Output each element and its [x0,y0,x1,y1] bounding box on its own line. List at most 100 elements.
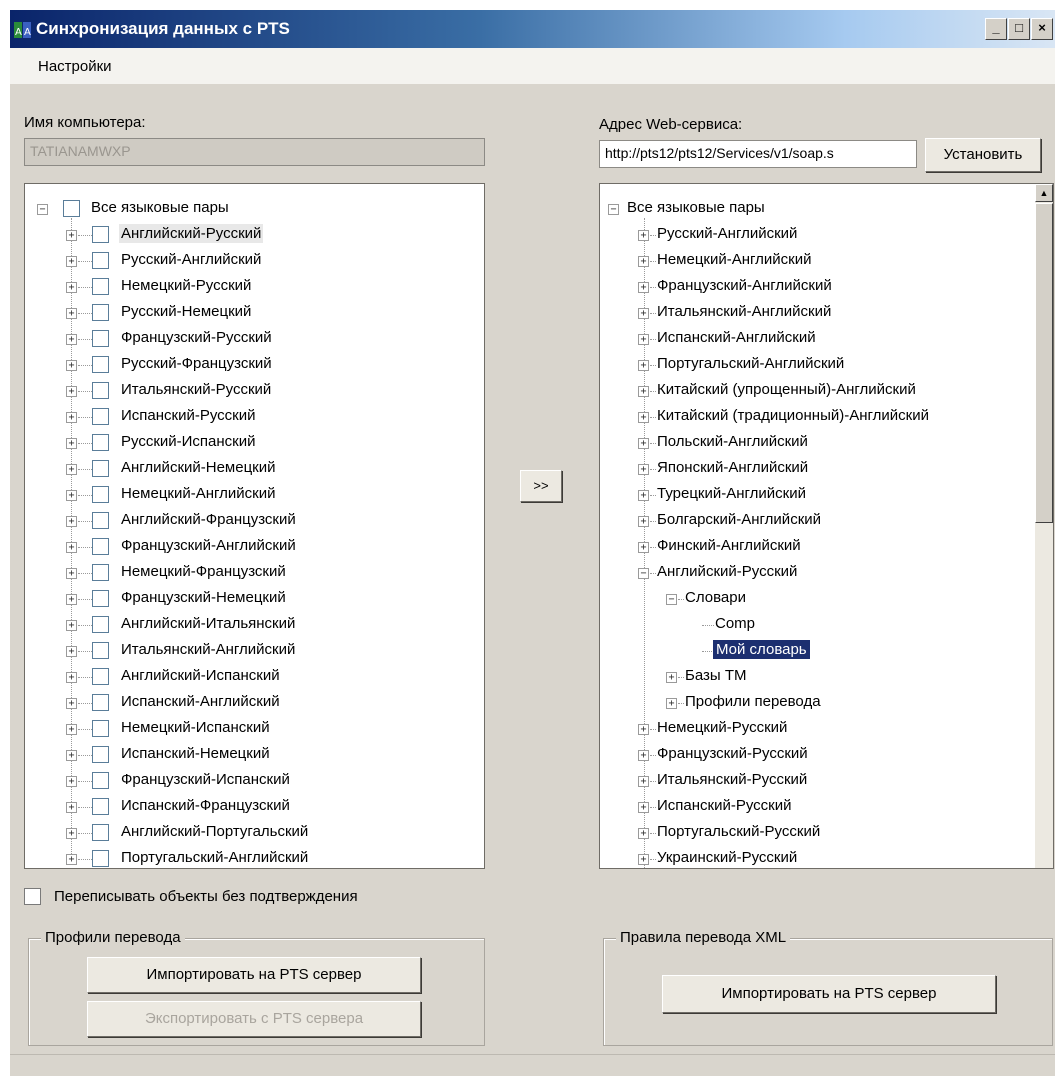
tree-root-node[interactable]: − Все языковые пары [600,196,1030,222]
tree-node[interactable]: + Испанский-Английский [25,690,465,716]
tree-node-expanded[interactable]: − Английский-Русский [600,560,1030,586]
export-profiles-button[interactable]: Экспортировать с PTS сервера [87,1001,421,1037]
tree-node[interactable]: + Французский-Русский [600,742,1030,768]
expand-icon[interactable]: + [638,386,649,397]
tree-node[interactable]: + Испанский-Немецкий [25,742,465,768]
pair-checkbox[interactable] [92,486,109,503]
tree-node[interactable]: + Испанский-Английский [600,326,1030,352]
pair-checkbox[interactable] [92,512,109,529]
expand-icon[interactable]: + [638,412,649,423]
expand-icon[interactable]: + [638,776,649,787]
dictionary-item[interactable]: Comp [600,612,1030,638]
expand-icon[interactable]: + [66,672,77,683]
pair-checkbox[interactable] [92,226,109,243]
tree-node[interactable]: + Русский-Немецкий [25,300,465,326]
expand-icon[interactable]: + [66,542,77,553]
expand-icon[interactable]: + [638,802,649,813]
tree-node[interactable]: + Французский-Испанский [25,768,465,794]
expand-icon[interactable]: + [638,230,649,241]
tree-node[interactable]: + Португальский-Английский [600,352,1030,378]
set-button[interactable]: Установить [925,138,1041,172]
tree-node[interactable]: + Украинский-Русский [600,846,1030,868]
webservice-url-input[interactable]: http://pts12/pts12/Services/v1/soap.s [599,140,917,168]
tree-node[interactable]: + Французский-Английский [25,534,465,560]
tree-node[interactable]: + Французский-Немецкий [25,586,465,612]
tree-node[interactable]: + Итальянский-Английский [25,638,465,664]
tree-node[interactable]: + Испанский-Русский [25,404,465,430]
expand-icon[interactable]: + [638,438,649,449]
scroll-thumb[interactable] [1035,203,1053,523]
import-profiles-button[interactable]: Импортировать на PTS сервер [87,957,421,993]
collapse-icon[interactable]: − [37,204,48,215]
minimize-button[interactable]: _ [985,18,1007,40]
expand-icon[interactable]: + [66,490,77,501]
tree-node[interactable]: + Итальянский-Английский [600,300,1030,326]
pair-checkbox[interactable] [92,538,109,555]
tree-node[interactable]: + Испанский-Французский [25,794,465,820]
pair-checkbox[interactable] [92,564,109,581]
pair-checkbox[interactable] [92,434,109,451]
server-language-pairs-tree[interactable]: ▲ − Все языковые пары + Русский-Английский +… [599,183,1054,869]
pair-checkbox[interactable] [92,850,109,867]
expand-icon[interactable]: + [66,620,77,631]
scroll-up-arrow-icon[interactable]: ▲ [1035,184,1053,202]
expand-icon[interactable]: + [66,776,77,787]
pair-checkbox[interactable] [92,824,109,841]
expand-icon[interactable]: + [66,282,77,293]
tree-node[interactable]: + Русский-Английский [25,248,465,274]
tm-bases-node[interactable]: + Базы TM [600,664,1030,690]
menu-settings[interactable]: Настройки [38,58,112,75]
pair-checkbox[interactable] [92,304,109,321]
tree-root-node[interactable]: − Все языковые пары [25,196,465,222]
expand-icon[interactable]: + [66,594,77,605]
expand-icon[interactable]: + [66,724,77,735]
expand-icon[interactable]: + [66,646,77,657]
tree-node[interactable]: + Болгарский-Английский [600,508,1030,534]
expand-icon[interactable]: + [638,360,649,371]
pair-checkbox[interactable] [92,668,109,685]
expand-icon[interactable]: + [66,230,77,241]
translation-profiles-node[interactable]: + Профили перевода [600,690,1030,716]
tree-node[interactable]: + Немецкий-Французский [25,560,465,586]
expand-icon[interactable]: + [638,854,649,865]
expand-icon[interactable]: + [638,334,649,345]
pair-checkbox[interactable] [92,278,109,295]
expand-icon[interactable]: + [638,256,649,267]
expand-icon[interactable]: + [66,308,77,319]
transfer-button[interactable]: >> [520,470,562,502]
tree-node[interactable]: + Русский-Английский [600,222,1030,248]
expand-icon[interactable]: + [66,698,77,709]
expand-icon[interactable]: + [66,854,77,865]
local-language-pairs-tree[interactable]: − Все языковые пары + Английский-Русский + Ру… [24,183,485,869]
expand-icon[interactable]: + [638,750,649,761]
pair-checkbox[interactable] [92,798,109,815]
pair-checkbox[interactable] [92,642,109,659]
pair-checkbox[interactable] [92,746,109,763]
tree-node[interactable]: + Английский-Французский [25,508,465,534]
pair-checkbox[interactable] [92,590,109,607]
expand-icon[interactable]: + [66,750,77,761]
expand-icon[interactable]: + [66,828,77,839]
tree-node[interactable]: + Китайский (упрощенный)-Английский [600,378,1030,404]
tree-node[interactable]: + Английский-Итальянский [25,612,465,638]
tree-node[interactable]: + Итальянский-Русский [25,378,465,404]
expand-icon[interactable]: + [66,412,77,423]
pair-checkbox[interactable] [92,460,109,477]
tree-scrollbar[interactable]: ▲ [1035,184,1053,868]
collapse-icon[interactable]: − [638,568,649,579]
overwrite-checkbox-row[interactable]: Переписывать объекты без подтверждения [24,888,444,910]
tree-node[interactable]: + Русский-Французский [25,352,465,378]
expand-icon[interactable]: + [66,334,77,345]
tree-node[interactable]: + Французский-Русский [25,326,465,352]
tree-node[interactable]: + Итальянский-Русский [600,768,1030,794]
tree-node[interactable]: + Португальский-Русский [600,820,1030,846]
expand-icon[interactable]: + [638,724,649,735]
tree-node[interactable]: + Немецкий-Английский [600,248,1030,274]
pair-checkbox[interactable] [92,720,109,737]
expand-icon[interactable]: + [638,490,649,501]
tree-node[interactable]: + Финский-Английский [600,534,1030,560]
pair-checkbox[interactable] [92,694,109,711]
pair-checkbox[interactable] [92,356,109,373]
tree-node[interactable]: + Английский-Русский [25,222,465,248]
collapse-icon[interactable]: − [666,594,677,605]
